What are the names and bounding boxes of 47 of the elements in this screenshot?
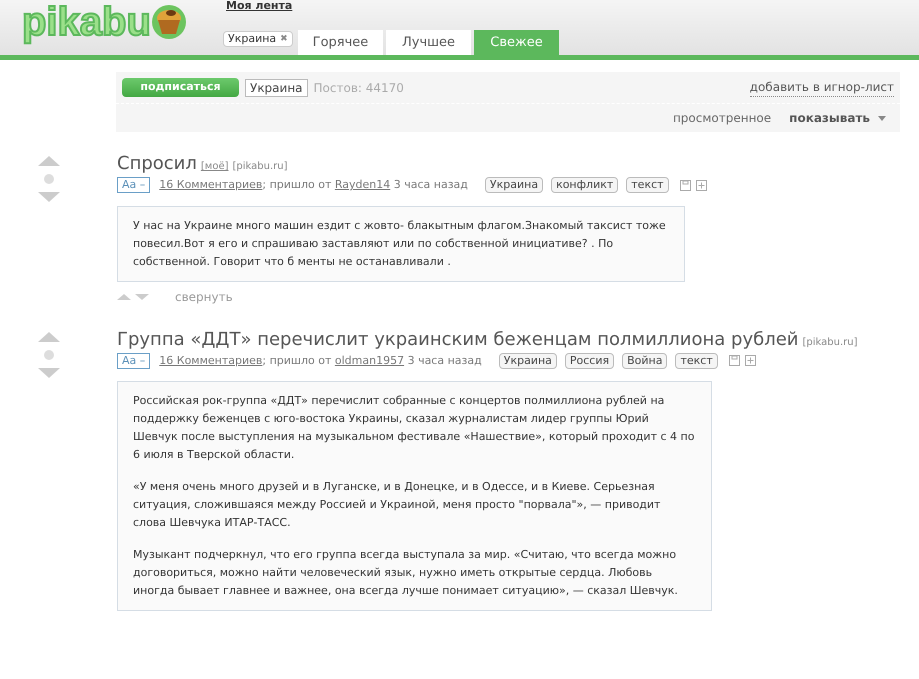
expand-plus-icon[interactable] bbox=[744, 355, 756, 366]
post-paragraph: Музыкант подчеркнул, что его группа всегда выступала за мир. «Считаю, что всегда можно договориться, можно найти человеческий язык, нужно иметь открытые сердца. Любовь иногда бывает главнее и важнее, она всегда лучше понимает ситуацию», — сказал Шевчук. bbox=[133, 547, 679, 599]
post-title[interactable]: Спросил bbox=[117, 152, 197, 176]
post-paragraph: «У меня очень много друзей и в Луганске, и в Донецке, и в Одессе, и в Киеве. Серьезная ситуация, сложившаяся между Россией и Украиной, меня просто "порвала"», — приводит слова Шевчука ИТАР-ТАСС. bbox=[133, 479, 662, 531]
post-paragraph: У нас на Украине много машин ездит с жовто- блакытным флагом.Знакомый таксист тоже повесил.Вот я его и спрашиваю заставляют или по собственной инициативе? . По собственной. Говорит что б менты не останавливали . bbox=[133, 218, 667, 270]
post-title[interactable]: Группа «ДДТ» перечислит украинским беженцам полмиллиона рублей bbox=[117, 328, 798, 352]
upvote-icon[interactable] bbox=[38, 156, 60, 166]
post-time: 3 часа назад bbox=[392, 178, 468, 191]
meta-text: ; пришло от bbox=[262, 354, 332, 366]
viewed-link[interactable]: просмотренное bbox=[672, 109, 772, 127]
downvote-icon[interactable] bbox=[135, 294, 149, 300]
author-link[interactable]: Rayden14 bbox=[334, 178, 390, 191]
filter-tag[interactable]: Украина ✖ bbox=[223, 31, 293, 47]
tag-label: Украина bbox=[245, 78, 308, 96]
nav-tab[interactable]: Горячее bbox=[298, 30, 383, 55]
downvote-icon[interactable] bbox=[38, 192, 60, 202]
post-tag[interactable]: Россия bbox=[564, 352, 614, 369]
author-link[interactable]: oldman1957 bbox=[334, 354, 404, 366]
comments-link[interactable]: 16 Комментариев bbox=[159, 178, 262, 191]
ignore-link[interactable]: добавить в игнор-лист bbox=[750, 78, 894, 97]
source-link[interactable]: [pikabu.ru] bbox=[232, 159, 288, 174]
upvote-icon[interactable] bbox=[117, 294, 131, 300]
post-paragraph: Российская рок-группа «ДДТ» перечислит собранные с концертов полмиллиона рублей на поддержку беженцев с юго-востока Украины, сказал журналистам лидер группы Юрий Шевчук после выступления на музыкальном фестивале «Нашествие», который проходит с 4 по 6 июля в Тверской области. bbox=[133, 393, 696, 463]
meta-text: ; пришло от bbox=[262, 178, 332, 191]
save-icon[interactable] bbox=[680, 180, 691, 191]
post-tag[interactable]: текст bbox=[626, 177, 669, 194]
post-tag[interactable]: текст bbox=[675, 352, 718, 369]
post-tag[interactable]: Украина bbox=[484, 177, 544, 194]
font-size-toggle[interactable]: Аа – bbox=[117, 352, 150, 369]
caret-icon bbox=[878, 116, 886, 120]
my-feed-link[interactable]: Моя лента bbox=[226, 0, 292, 12]
upvote-icon[interactable] bbox=[38, 332, 60, 342]
font-size-toggle[interactable]: Аа – bbox=[117, 177, 150, 194]
post-count: Постов: 44170 bbox=[314, 80, 404, 96]
post-time: 3 часа назад bbox=[406, 354, 482, 366]
post-tag[interactable]: конфликт bbox=[551, 177, 618, 194]
nav-tab[interactable]: Лучшее bbox=[386, 30, 471, 55]
comments-link[interactable]: 16 Комментариев bbox=[159, 354, 262, 366]
source-link[interactable]: [моё] bbox=[200, 159, 228, 174]
remove-icon[interactable]: ✖ bbox=[280, 32, 288, 46]
source-link[interactable]: [pikabu.ru] bbox=[802, 334, 858, 350]
post-tag[interactable]: Украина bbox=[498, 352, 557, 369]
post-tag[interactable]: Война bbox=[622, 352, 668, 369]
save-icon[interactable] bbox=[728, 355, 740, 366]
show-dropdown[interactable]: показывать bbox=[789, 109, 886, 127]
downvote-icon[interactable] bbox=[38, 368, 60, 378]
expand-plus-icon[interactable] bbox=[696, 180, 707, 191]
